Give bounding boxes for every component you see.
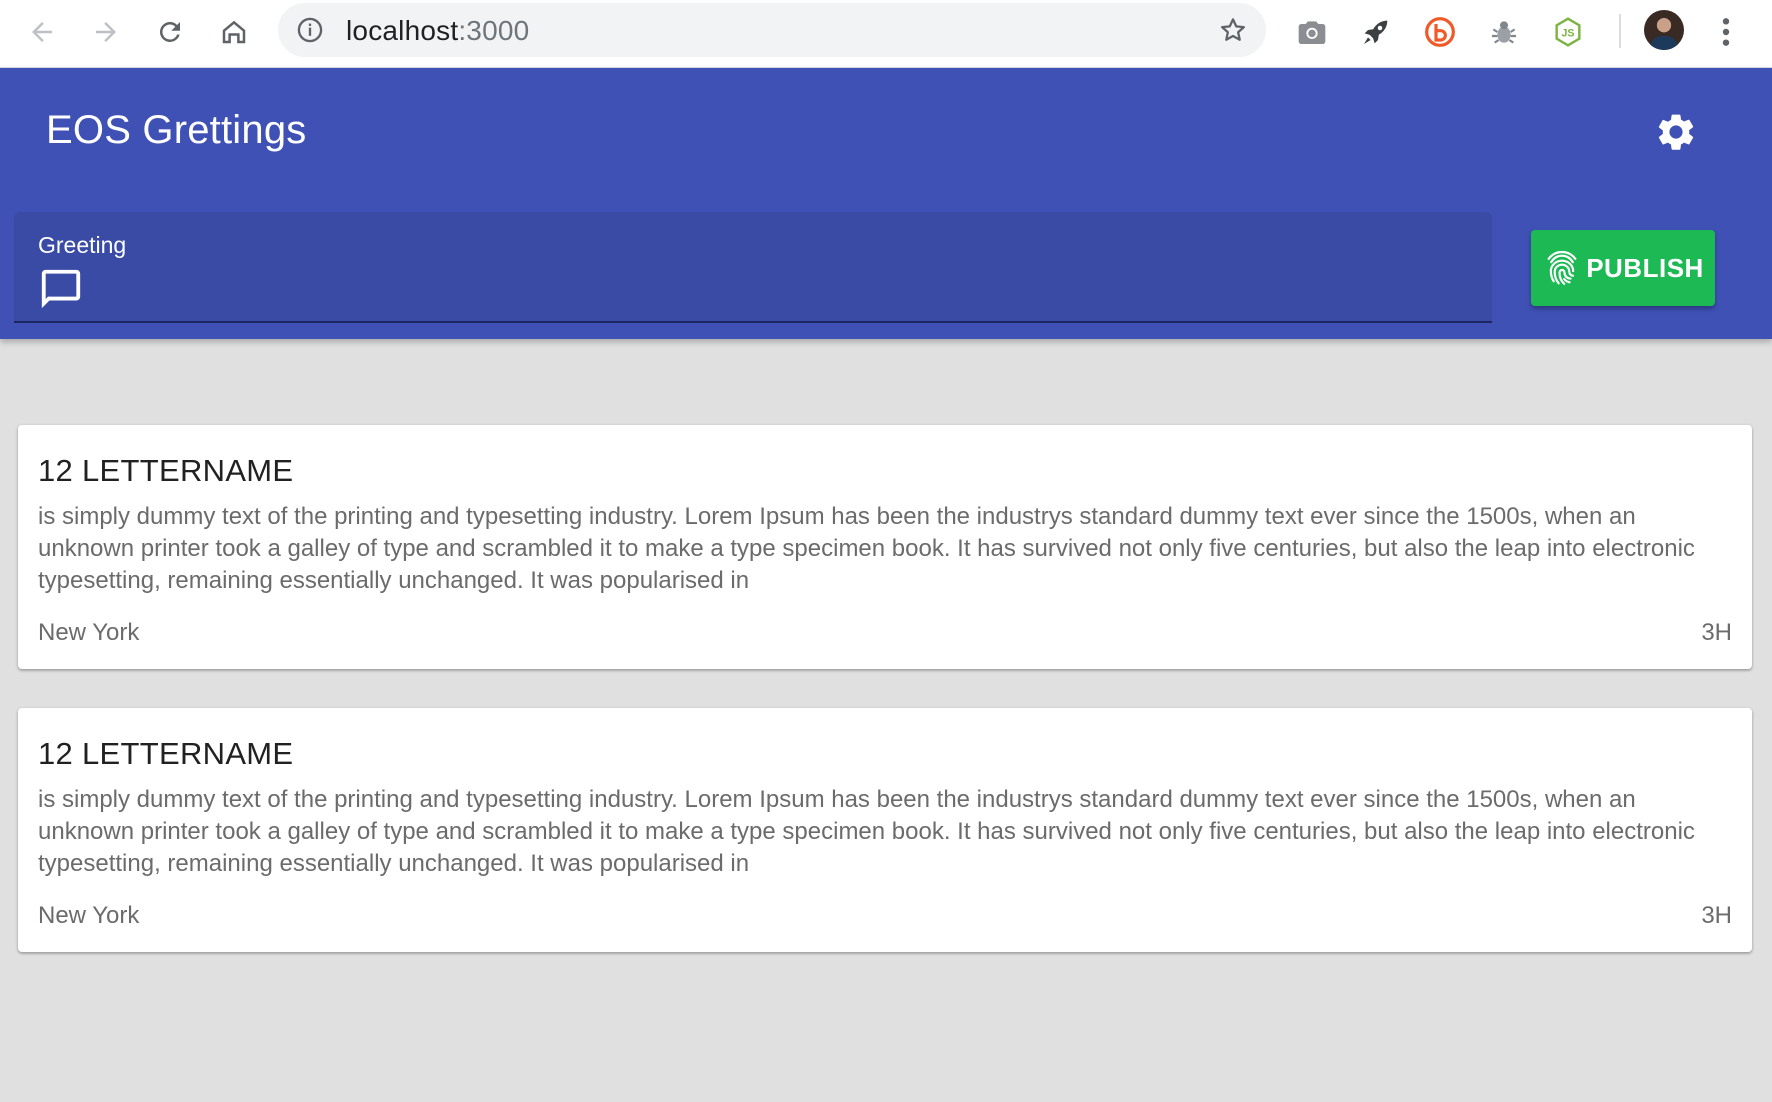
arrow-right-icon xyxy=(96,22,116,42)
publish-button[interactable]: PUBLISH xyxy=(1531,230,1715,306)
reload-button[interactable] xyxy=(146,8,194,56)
browser-toolbar: localhost:3000 JS xyxy=(0,0,1772,68)
address-bar[interactable]: localhost:3000 xyxy=(278,3,1266,57)
extension-bug[interactable] xyxy=(1482,10,1526,54)
chat-bubble-icon xyxy=(41,269,81,309)
greeting-label: Greeting xyxy=(38,232,127,258)
bug-icon xyxy=(1492,21,1516,44)
browser-menu-button[interactable] xyxy=(1706,12,1746,52)
greeting-input[interactable] xyxy=(98,270,1468,310)
star-icon[interactable] xyxy=(1218,15,1248,45)
card-timestamp: 3H xyxy=(1701,902,1732,929)
app-header: EOS Grettings Greeting PUBLISH xyxy=(0,68,1772,339)
publish-label: PUBLISH xyxy=(1586,252,1704,283)
extension-nodejs[interactable]: JS xyxy=(1546,10,1590,54)
extension-camera[interactable] xyxy=(1290,10,1334,54)
extension-b-badge[interactable] xyxy=(1418,10,1462,54)
settings-button[interactable] xyxy=(1652,108,1700,156)
nodejs-icon: JS xyxy=(1555,17,1581,47)
camera-icon xyxy=(1298,21,1326,44)
b-badge-icon xyxy=(1425,17,1455,47)
greeting-card: 12 LETTERNAME is simply dummy text of th… xyxy=(18,708,1752,952)
app-title: EOS Grettings xyxy=(46,108,307,152)
extension-rocket[interactable] xyxy=(1354,10,1398,54)
forward-button[interactable] xyxy=(82,8,130,56)
gear-icon xyxy=(1658,114,1694,150)
more-vert-icon xyxy=(1722,18,1730,46)
card-title: 12 LETTERNAME xyxy=(38,453,294,488)
card-location: New York xyxy=(38,619,140,646)
svg-text:JS: JS xyxy=(1561,28,1574,40)
url-host: localhost xyxy=(346,15,459,46)
card-title: 12 LETTERNAME xyxy=(38,736,294,771)
url-text[interactable]: localhost:3000 xyxy=(346,15,529,47)
arrow-left-icon xyxy=(32,22,52,42)
fingerprint-icon xyxy=(1547,250,1577,285)
profile-avatar[interactable] xyxy=(1644,10,1684,50)
card-timestamp: 3H xyxy=(1701,619,1732,646)
greeting-card: 12 LETTERNAME is simply dummy text of th… xyxy=(18,425,1752,669)
home-icon xyxy=(222,20,246,44)
toolbar-divider xyxy=(1619,14,1621,48)
reload-icon xyxy=(159,21,180,42)
back-button[interactable] xyxy=(18,8,66,56)
greeting-field[interactable]: Greeting xyxy=(14,212,1492,323)
rocket-icon xyxy=(1364,20,1388,44)
url-port: :3000 xyxy=(458,15,530,46)
card-body: is simply dummy text of the printing and… xyxy=(38,786,1695,877)
card-location: New York xyxy=(38,902,140,929)
card-body: is simply dummy text of the printing and… xyxy=(38,503,1695,594)
info-icon[interactable] xyxy=(296,16,324,44)
home-button[interactable] xyxy=(210,8,258,56)
